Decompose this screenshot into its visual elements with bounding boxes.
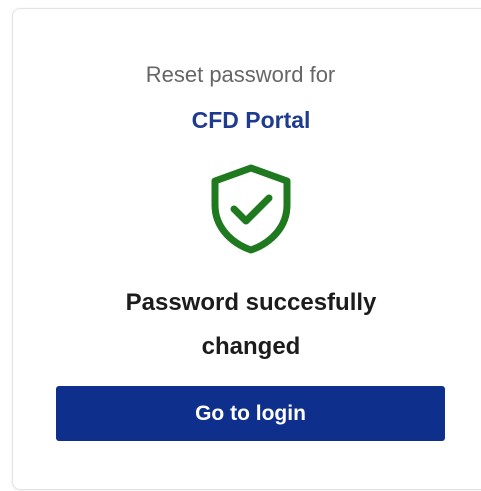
- success-message-line-1: Password succesfully: [125, 289, 377, 316]
- reset-subtitle: Reset password for: [145, 62, 336, 87]
- success-message: Password succesfully changed: [0, 281, 481, 369]
- go-to-login-button[interactable]: Go to login: [56, 386, 445, 441]
- portal-name: CFD Portal: [191, 107, 311, 133]
- shield-check-icon: [211, 164, 291, 254]
- success-message-line-2: changed: [201, 333, 301, 360]
